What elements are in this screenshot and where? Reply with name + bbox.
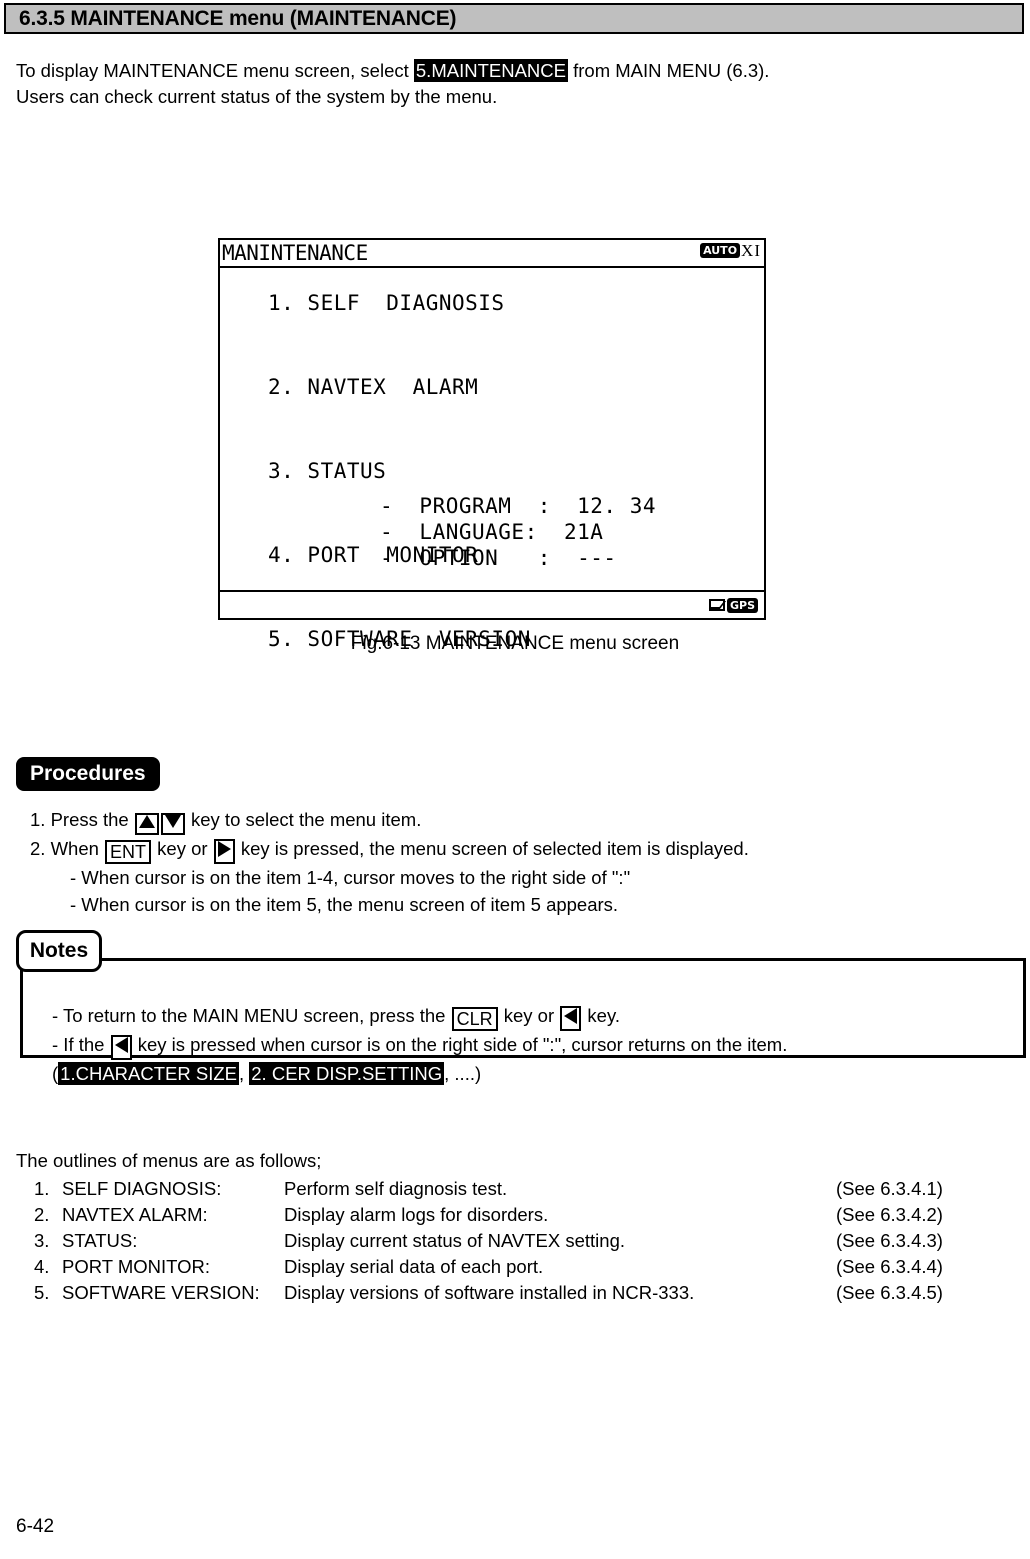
outline-number: 1. [34, 1178, 50, 1199]
outline-row: 4. PORT MONITOR: Display serial data of … [16, 1254, 966, 1280]
note1-post: key. [582, 1005, 620, 1026]
procedure-step-1: 1. Press the key to select the menu item… [30, 806, 749, 835]
outline-number: 3. [34, 1230, 50, 1251]
outlines-intro: The outlines of menus are as follows; [16, 1150, 322, 1171]
right-arrow-key-icon [213, 839, 235, 864]
outline-menu-name: SELF DIAGNOSIS: [62, 1178, 222, 1199]
status-char-x: X [741, 241, 754, 260]
note1-mid: key or [498, 1005, 560, 1026]
status-char-i: I [754, 241, 760, 260]
step1-post: key to select the menu item. [185, 809, 422, 830]
notes-content: - To return to the MAIN MENU screen, pre… [52, 1002, 787, 1087]
outline-menu-name: NAVTEX ALARM: [62, 1204, 208, 1225]
outline-description: Display versions of software installed i… [284, 1282, 695, 1303]
intro-paragraph: To display MAINTENANCE menu screen, sele… [16, 58, 769, 110]
step2-mid: key or [152, 838, 213, 859]
outline-description: Display serial data of each port. [284, 1256, 544, 1277]
lcd-title-bar: MANINTENANCE AUTO X I [220, 240, 764, 268]
intro-line-1-post: from MAIN MENU (6.3). [567, 60, 770, 81]
notes-tab-label: Notes [29, 939, 89, 962]
note1-pre: - To return to the MAIN MENU screen, pre… [52, 1005, 451, 1026]
outline-menu-name: STATUS: [62, 1230, 138, 1251]
outline-number: 5. [34, 1282, 50, 1303]
note-item-1: - To return to the MAIN MENU screen, pre… [52, 1002, 787, 1031]
outline-menu-name: SOFTWARE VERSION: [62, 1282, 260, 1303]
outline-menu-name: PORT MONITOR: [62, 1256, 211, 1277]
page-number: 6-42 [16, 1516, 55, 1537]
lcd-screen-title: MANINTENANCE [222, 241, 368, 265]
outline-reference: (See 6.3.4.5) [836, 1282, 943, 1303]
procedure-step-2-sub-1: - When cursor is on the item 1-4, cursor… [70, 867, 631, 888]
outline-row: 1. SELF DIAGNOSIS: Perform self diagnosi… [16, 1176, 966, 1202]
up-arrow-key-icon [134, 813, 159, 835]
down-arrow-key-icon [160, 813, 185, 835]
outlines-list: 1. SELF DIAGNOSIS: Perform self diagnosi… [16, 1176, 966, 1306]
menu-example-2-highlight: 2. CER DISP.SETTING [249, 1062, 445, 1085]
menu-example-1-highlight: 1.CHARACTER SIZE [58, 1062, 239, 1085]
outline-description: Display current status of NAVTEX setting… [284, 1230, 626, 1251]
gps-badge-icon: GPS [726, 597, 758, 613]
outline-number: 4. [34, 1256, 50, 1277]
section-header-bar: 6.3.5 MAINTENANCE menu (MAINTENANCE) [4, 3, 1024, 34]
lcd-status-indicators: AUTO X I [700, 242, 760, 259]
note-item-2: - If the key is pressed when cursor is o… [52, 1031, 787, 1060]
mail-icon [708, 599, 725, 611]
lcd-screen-figure: MANINTENANCE AUTO X I 1. SELF DIAGNOSIS … [218, 238, 766, 651]
intro-line-1-pre: To display MAINTENANCE menu screen, sele… [16, 60, 414, 81]
left-arrow-key-icon-2 [110, 1035, 132, 1060]
outline-row: 2. NAVTEX ALARM: Display alarm logs for … [16, 1202, 966, 1228]
note-item-2-examples: (1.CHARACTER SIZE, 2. CER DISP.SETTING, … [52, 1060, 787, 1087]
outline-reference: (See 6.3.4.1) [836, 1178, 943, 1199]
notes-tab: Notes [16, 930, 102, 972]
outline-reference: (See 6.3.4.2) [836, 1204, 943, 1225]
lcd-screen-body: 1. SELF DIAGNOSIS 2. NAVTEX ALARM 3. STA… [220, 268, 764, 651]
note2-pre: - If the [52, 1034, 110, 1055]
outline-description: Display alarm logs for disorders. [284, 1204, 549, 1225]
left-arrow-key-icon [560, 1006, 582, 1031]
note2-post: key is pressed when cursor is on the rig… [132, 1034, 788, 1055]
outline-reference: (See 6.3.4.4) [836, 1256, 943, 1277]
outline-description: Perform self diagnosis test. [284, 1178, 508, 1199]
auto-badge-icon: AUTO [700, 243, 741, 258]
step2-post: key is pressed, the menu screen of selec… [235, 838, 749, 859]
lcd-footer-bar: GPS [220, 590, 764, 618]
outline-row: 5. SOFTWARE VERSION: Display versions of… [16, 1280, 966, 1306]
outline-row: 3. STATUS: Display current status of NAV… [16, 1228, 966, 1254]
ent-key-icon: ENT [105, 840, 152, 864]
note2-close-paren: , ....) [444, 1063, 482, 1084]
outline-number: 2. [34, 1204, 50, 1225]
procedures-list: 1. Press the key to select the menu item… [30, 806, 749, 918]
page-title: 6.3.5 MAINTENANCE menu (MAINTENANCE) [19, 6, 457, 30]
figure-caption: Fig.6-13 MAINTENANCE menu screen [350, 633, 680, 654]
step1-pre: 1. Press the [30, 809, 134, 830]
outline-reference: (See 6.3.4.3) [836, 1230, 943, 1251]
menu-reference-highlight: 5.MAINTENANCE [413, 59, 568, 82]
clr-key-icon: CLR [451, 1007, 498, 1031]
step2-pre: 2. When [30, 838, 105, 859]
intro-line-2: Users can check current status of the sy… [16, 86, 498, 107]
procedure-step-2: 2. When ENT key or key is pressed, the m… [30, 835, 749, 864]
note2-separator: , [238, 1063, 250, 1084]
intro-line-1: To display MAINTENANCE menu screen, sele… [16, 58, 769, 84]
procedures-badge: Procedures [16, 757, 160, 792]
procedure-step-2-sub-2: - When cursor is on the item 5, the menu… [70, 894, 619, 915]
lcd-software-version-block: - PROGRAM : 12. 34 - LANGUAGE: 21A - OPT… [380, 494, 657, 570]
